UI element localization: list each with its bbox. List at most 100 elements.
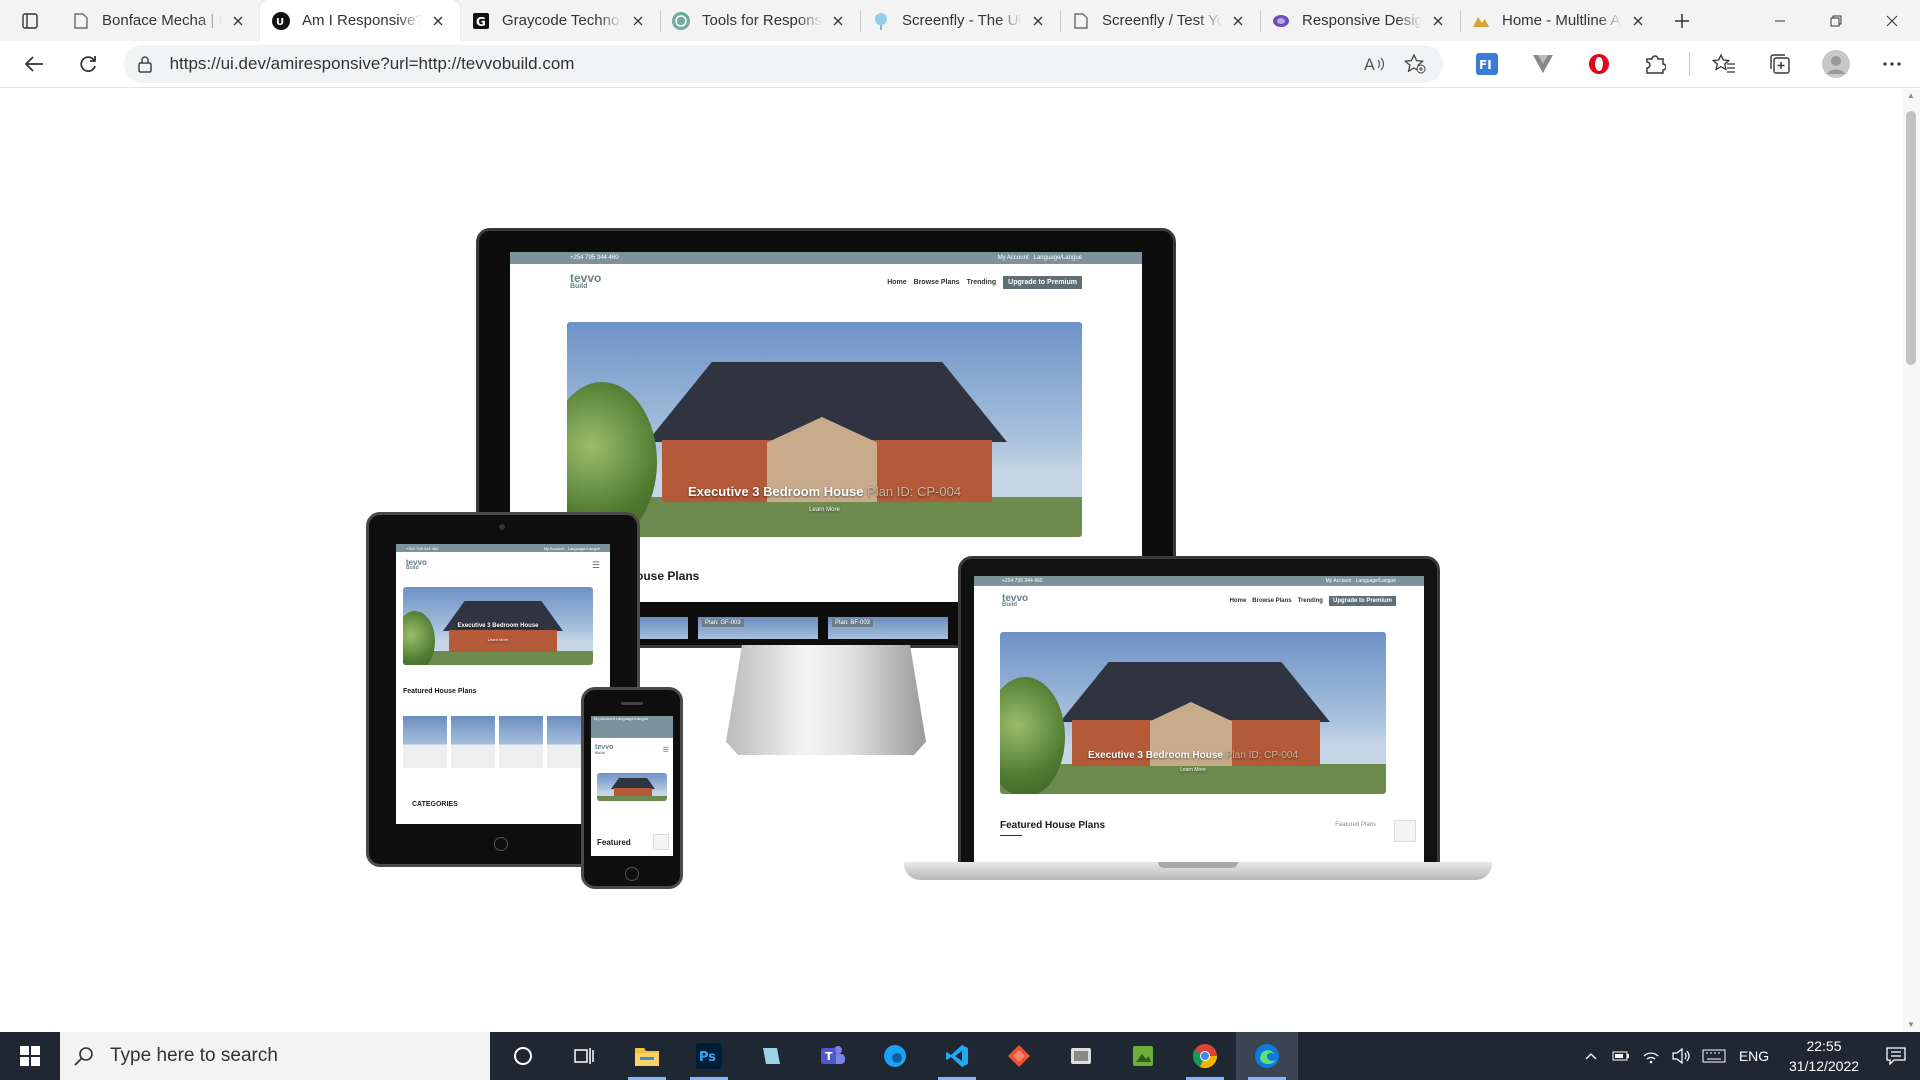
tab-screenfly-test[interactable]: Screenfly / Test Yo — [1060, 0, 1260, 41]
file-explorer-button[interactable] — [616, 1032, 678, 1080]
upgrade-premium-button[interactable]: Upgrade to Premium — [1003, 275, 1082, 289]
close-icon[interactable] — [628, 11, 648, 31]
task-view-button[interactable] — [554, 1032, 616, 1080]
edge-button[interactable] — [1236, 1032, 1298, 1080]
account-menu[interactable]: My Account — [594, 716, 615, 721]
address-bar[interactable]: https://ui.dev/amiresponsive?url=http://… — [123, 45, 1443, 83]
language-menu[interactable]: Language/Langue — [568, 546, 600, 551]
settings-more-button[interactable] — [1864, 46, 1920, 82]
tab-multline[interactable]: Home - Multline A — [1460, 0, 1660, 41]
app-button[interactable] — [740, 1032, 802, 1080]
account-menu[interactable]: My Account — [1326, 578, 1352, 584]
tevvo-logo[interactable]: tevvo Build — [570, 273, 601, 291]
scrollbar-thumb[interactable] — [1906, 111, 1916, 365]
scroll-down-icon[interactable]: ▼ — [1906, 1020, 1916, 1030]
tab-am-i-responsive[interactable]: U Am I Responsive? — [260, 0, 460, 41]
nav-browse-plans[interactable]: Browse Plans — [914, 279, 960, 286]
edge-beta-button[interactable] — [864, 1032, 926, 1080]
hamburger-menu-icon[interactable]: ☰ — [663, 746, 669, 754]
close-window-button[interactable] — [1864, 0, 1920, 41]
account-menu[interactable]: My Account — [544, 546, 565, 551]
close-icon[interactable] — [1628, 11, 1648, 31]
account-menu[interactable]: My Account — [998, 255, 1029, 261]
tab-screenfly[interactable]: Screenfly - The Ul — [860, 0, 1060, 41]
git-button[interactable] — [988, 1032, 1050, 1080]
plan-card[interactable]: Plan: GF-003 — [698, 617, 818, 639]
page-scrollbar[interactable]: ▲ ▼ — [1902, 89, 1920, 1032]
learn-more-button[interactable]: Learn More — [567, 507, 1082, 513]
teams-button[interactable]: T — [802, 1032, 864, 1080]
scroll-up-icon[interactable]: ▲ — [1906, 91, 1916, 101]
extension-button[interactable] — [1515, 46, 1571, 82]
close-icon[interactable] — [428, 11, 448, 31]
close-icon[interactable] — [1028, 11, 1048, 31]
plan-card[interactable] — [636, 617, 688, 639]
learn-more-button[interactable]: Learn More — [403, 637, 593, 642]
plan-card[interactable] — [403, 716, 447, 768]
hero-banner[interactable] — [597, 773, 667, 801]
hero-banner[interactable]: Executive 3 Bedroom House Learn More — [403, 587, 593, 665]
extension-button[interactable]: FI — [1459, 46, 1515, 82]
new-tab-button[interactable] — [1660, 0, 1704, 41]
add-favorite-button[interactable] — [1395, 49, 1435, 79]
language-menu[interactable]: Language/Langue — [1356, 578, 1396, 584]
collections-button[interactable] — [1752, 46, 1808, 82]
start-button[interactable] — [0, 1032, 60, 1080]
favorites-button[interactable] — [1696, 46, 1752, 82]
language-menu[interactable]: Language/Langue — [1034, 255, 1082, 261]
close-icon[interactable] — [1228, 11, 1248, 31]
battery-button[interactable] — [1606, 1032, 1636, 1080]
url-text[interactable]: https://ui.dev/amiresponsive?url=http://… — [170, 54, 1355, 74]
show-hidden-icons-button[interactable] — [1576, 1032, 1606, 1080]
featured-plans-link[interactable]: Featured Plans — [1335, 822, 1376, 828]
tab-bonface[interactable]: Bonface Mecha | F — [60, 0, 260, 41]
extensions-button[interactable] — [1627, 46, 1683, 82]
taskbar-search-box[interactable]: Type here to search — [60, 1032, 490, 1080]
read-aloud-button[interactable]: A — [1355, 49, 1395, 79]
phone-screen[interactable]: My Account Language/Langue tevvo Build ☰… — [591, 716, 673, 856]
hero-banner[interactable]: Executive 3 Bedroom House Plan ID: CP-00… — [567, 322, 1082, 537]
network-button[interactable] — [1636, 1032, 1666, 1080]
close-icon[interactable] — [828, 11, 848, 31]
photoshop-button[interactable]: Ps — [678, 1032, 740, 1080]
plan-card[interactable] — [451, 716, 495, 768]
close-icon[interactable] — [228, 11, 248, 31]
tab-actions-button[interactable] — [0, 0, 60, 41]
tab-responsive-design[interactable]: Responsive Desig — [1260, 0, 1460, 41]
app-button[interactable] — [1050, 1032, 1112, 1080]
minimize-button[interactable] — [1752, 0, 1808, 41]
back-button[interactable] — [12, 46, 56, 82]
tevvo-logo[interactable]: tevvo Build — [1002, 593, 1028, 608]
keyboard-button[interactable] — [1696, 1032, 1732, 1080]
volume-button[interactable] — [1666, 1032, 1696, 1080]
tab-graycode[interactable]: G Graycode Technol — [460, 0, 660, 41]
plan-card[interactable] — [499, 716, 543, 768]
notifications-button[interactable] — [1872, 1032, 1920, 1080]
laptop-screen[interactable]: +254 795 344 460 My Account Language/Lan… — [974, 576, 1424, 868]
nav-trending[interactable]: Trending — [1298, 598, 1323, 604]
language-menu[interactable]: Language/Langue — [616, 716, 648, 721]
learn-more-button[interactable]: Learn More — [1000, 767, 1386, 773]
hero-banner[interactable]: Executive 3 Bedroom House Plan ID: CP-00… — [1000, 632, 1386, 794]
hamburger-menu-icon[interactable]: ☰ — [592, 560, 600, 571]
vscode-button[interactable] — [926, 1032, 988, 1080]
tab-tools-responsive[interactable]: Tools for Respons — [660, 0, 860, 41]
nav-home[interactable]: Home — [1230, 598, 1247, 604]
restore-button[interactable] — [1808, 0, 1864, 41]
nav-home[interactable]: Home — [887, 279, 906, 286]
app-button[interactable] — [1112, 1032, 1174, 1080]
tevvo-logo[interactable]: tevvo Build — [595, 744, 613, 755]
tablet-screen[interactable]: +254 795 344 460 My Account Language/Lan… — [396, 544, 610, 824]
nav-trending[interactable]: Trending — [967, 279, 997, 286]
input-language[interactable]: ENG — [1732, 1048, 1776, 1064]
refresh-button[interactable] — [66, 46, 110, 82]
nav-browse-plans[interactable]: Browse Plans — [1252, 598, 1291, 604]
taskbar-clock[interactable]: 22:55 31/12/2022 — [1776, 1036, 1872, 1076]
extension-button[interactable] — [1571, 46, 1627, 82]
cortana-button[interactable] — [492, 1032, 554, 1080]
tevvo-logo[interactable]: tevvo Build — [406, 559, 427, 571]
upgrade-premium-button[interactable]: Upgrade to Premium — [1328, 596, 1396, 606]
chrome-button[interactable] — [1174, 1032, 1236, 1080]
profile-button[interactable] — [1808, 46, 1864, 82]
close-icon[interactable] — [1428, 11, 1448, 31]
